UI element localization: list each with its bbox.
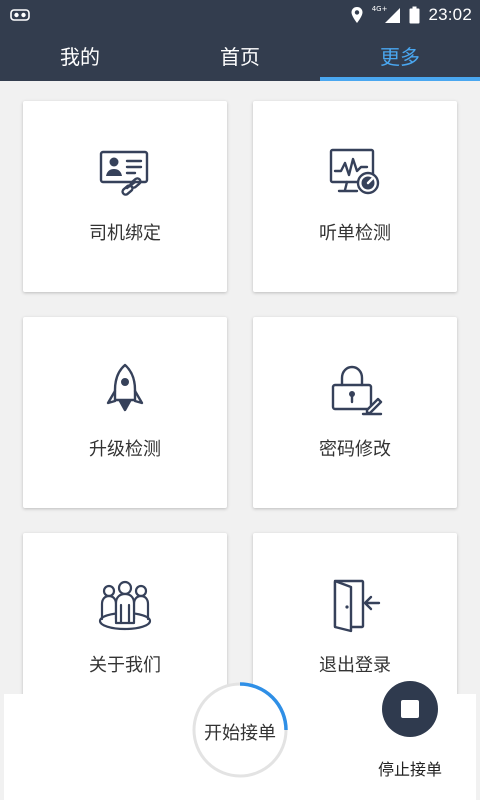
status-time: 23:02 <box>428 4 472 24</box>
card-order-listen-check[interactable]: 听单检测 <box>253 101 457 292</box>
location-icon <box>350 6 364 24</box>
card-driver-bind[interactable]: 司机绑定 <box>23 101 227 292</box>
card-password-change[interactable]: 密码修改 <box>253 317 457 508</box>
tab-more[interactable]: 更多 <box>320 29 480 81</box>
card-upgrade-check[interactable]: 升级检测 <box>23 317 227 508</box>
card-label: 司机绑定 <box>89 223 161 244</box>
status-bar: 4G+ 23:02 <box>0 0 480 29</box>
team-icon <box>23 577 227 633</box>
stop-icon <box>401 700 419 718</box>
stop-orders-button[interactable] <box>382 681 438 737</box>
active-tab-indicator <box>320 77 480 81</box>
logout-door-icon <box>253 577 457 633</box>
stop-orders-label: 停止接单 <box>377 760 442 779</box>
order-listen-check-icon <box>253 145 457 201</box>
start-orders-label: 开始接单 <box>204 723 276 744</box>
battery-icon <box>409 6 420 24</box>
signal-icon: 4G+ <box>371 4 402 24</box>
network-type-label: 4G+ <box>371 4 388 13</box>
card-label: 听单检测 <box>319 223 391 244</box>
card-label: 密码修改 <box>319 439 391 460</box>
notification-icon <box>10 7 30 21</box>
lock-edit-icon <box>253 361 457 417</box>
rocket-icon <box>23 361 227 417</box>
tab-home[interactable]: 首页 <box>160 29 320 81</box>
tab-mine[interactable]: 我的 <box>0 29 160 81</box>
card-label: 升级检测 <box>89 439 161 460</box>
card-label: 退出登录 <box>319 655 391 676</box>
card-label: 关于我们 <box>89 655 161 676</box>
driver-bind-icon <box>23 145 227 201</box>
tab-bar: 我的 首页 更多 <box>0 29 480 81</box>
start-orders-button[interactable]: 开始接单 <box>188 682 292 778</box>
